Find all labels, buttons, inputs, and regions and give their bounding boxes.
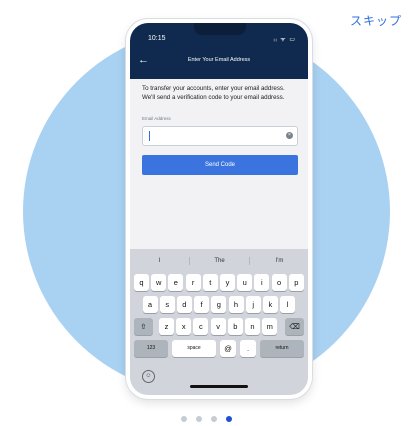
key-h[interactable]: h [228, 296, 244, 313]
pagination-dot-1[interactable] [181, 416, 187, 422]
key-d[interactable]: d [176, 296, 192, 313]
key-i[interactable]: i [254, 274, 270, 291]
clear-input-icon[interactable]: × [286, 132, 293, 139]
key-t[interactable]: t [202, 274, 218, 291]
key-j[interactable]: j [245, 296, 261, 313]
email-field[interactable]: × [142, 126, 298, 146]
suggestion-3[interactable]: I'm [250, 255, 308, 267]
space-key[interactable]: space [172, 340, 216, 357]
key-v[interactable]: v [210, 318, 226, 335]
emoji-icon[interactable]: ☺ [142, 370, 155, 383]
phone-notch [194, 23, 246, 35]
key-s[interactable]: s [159, 296, 175, 313]
shift-key-icon[interactable]: ⇧ [134, 318, 153, 335]
key-l[interactable]: l [280, 296, 296, 313]
key-p[interactable]: p [288, 274, 304, 291]
status-time: 10:15 [148, 35, 166, 42]
pagination-dots [0, 416, 410, 424]
keyboard-row-2: asdfghjkl [130, 296, 308, 313]
key-c[interactable]: c [193, 318, 209, 335]
phone-mockup: 10:15 ᵢᵢ ᯤ ▭ ← Enter Your Email Address … [126, 19, 312, 399]
keyboard-row-1: qwertyuiop [130, 274, 308, 291]
pagination-dot-2[interactable] [196, 416, 202, 422]
app-header: 10:15 ᵢᵢ ᯤ ▭ ← Enter Your Email Address [130, 23, 308, 79]
key-k[interactable]: k [262, 296, 278, 313]
send-code-button[interactable]: Send Code [142, 155, 298, 175]
suggestion-2[interactable]: The [190, 255, 249, 267]
return-key[interactable]: return [260, 340, 304, 357]
home-indicator [190, 385, 248, 388]
keyboard: I The I'm qwertyuiop asdfghjkl ⇧ ⌫ zxcvb… [130, 249, 308, 395]
key-n[interactable]: n [245, 318, 260, 335]
key-g[interactable]: g [211, 296, 227, 313]
backspace-key-icon[interactable]: ⌫ [285, 318, 304, 335]
skip-button[interactable]: スキップ [350, 12, 402, 29]
key-x[interactable]: x [176, 318, 192, 335]
dot-key[interactable]: . [240, 340, 256, 357]
key-e[interactable]: e [168, 274, 184, 291]
key-q[interactable]: q [134, 274, 149, 291]
suggestion-1[interactable]: I [130, 255, 189, 267]
pagination-dot-3[interactable] [211, 416, 217, 422]
keyboard-row-4: 123 space @ . return [130, 340, 308, 357]
key-f[interactable]: f [194, 296, 210, 313]
key-o[interactable]: o [271, 274, 287, 291]
key-m[interactable]: m [262, 318, 278, 335]
instruction-text: To transfer your accounts, enter your em… [142, 85, 285, 101]
key-b[interactable]: b [227, 318, 243, 335]
keyboard-row-3: ⇧ ⌫ zxcvbnm [130, 318, 308, 335]
key-w[interactable]: w [151, 274, 167, 291]
status-icons: ᵢᵢ ᯤ ▭ [273, 37, 296, 43]
email-field-label: Email Address [142, 116, 171, 121]
pagination-dot-4[interactable] [226, 416, 232, 422]
page-title: Enter Your Email Address [187, 57, 251, 63]
key-a[interactable]: a [142, 296, 158, 313]
text-caret [149, 131, 150, 141]
key-u[interactable]: u [237, 274, 253, 291]
key-r[interactable]: r [185, 274, 201, 291]
at-key[interactable]: @ [220, 340, 236, 357]
key-z[interactable]: z [159, 318, 174, 335]
key-y[interactable]: y [220, 274, 235, 291]
numbers-key[interactable]: 123 [134, 340, 168, 357]
